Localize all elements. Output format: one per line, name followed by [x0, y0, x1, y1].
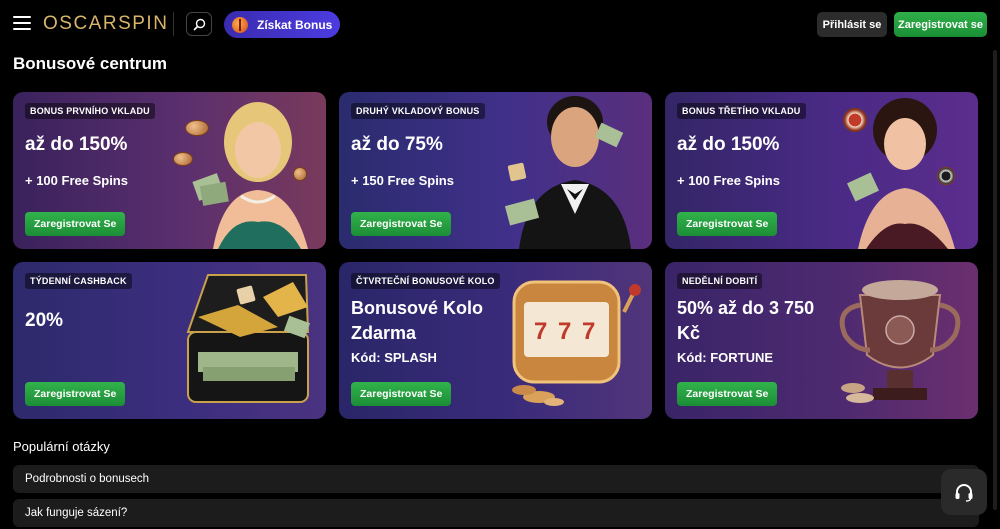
login-button[interactable]: Přihlásit se [817, 12, 887, 37]
gift-icon [232, 16, 248, 33]
card-amount: Bonusové Kolo Zdarma [351, 298, 484, 343]
scrollbar[interactable] [993, 50, 997, 510]
card-tag: DRUHÝ VKLADOVÝ BONUS [351, 103, 485, 119]
faq-title: Populární otázky [13, 439, 110, 454]
svg-text:7: 7 [534, 318, 547, 345]
hamburger-icon[interactable] [13, 16, 31, 30]
coin-icon [293, 167, 307, 181]
card-register-button[interactable]: Zaregistrovat Se [25, 212, 126, 236]
card-amount: 50% až do 3 750 Kč [677, 298, 815, 343]
bonus-card-third-deposit: BONUS TŘETÍHO VKLADU až do 150% + 100 Fr… [665, 92, 978, 249]
bonus-card-thursday-spins: 7 7 7 ČTVRTEČNÍ BONUSOVÉ KOLO Bonusové K… [339, 262, 652, 419]
card-register-button[interactable]: Zaregistrovat Se [351, 382, 452, 406]
register-button[interactable]: Zaregistrovat se [894, 12, 987, 37]
trophy-illustration [839, 280, 961, 403]
card-tag: NEDĚLNÍ DOBITÍ [677, 273, 763, 289]
card-amount: až do 75% [351, 134, 443, 155]
card-subtitle: + 150 Free Spins [351, 173, 454, 188]
brand-logo[interactable]: OSCARSPIN [43, 13, 168, 35]
bonus-card-first-deposit: BONUS PRVNÍHO VKLADU až do 150% + 100 Fr… [13, 92, 326, 249]
headset-icon [955, 484, 973, 502]
card-tag: BONUS TŘETÍHO VKLADU [677, 103, 806, 119]
card-tag: BONUS PRVNÍHO VKLADU [25, 103, 155, 119]
faq-item[interactable]: Jak funguje sázení? [13, 499, 979, 527]
support-chat-button[interactable] [941, 469, 987, 515]
divider [173, 12, 174, 36]
svg-text:7: 7 [582, 318, 595, 345]
search-button[interactable] [186, 12, 212, 36]
man-illustration [504, 96, 631, 249]
card-subtitle: Kód: SPLASH [351, 350, 437, 365]
card-register-button[interactable]: Zaregistrovat Se [677, 382, 778, 406]
money-case-illustration [186, 274, 311, 403]
svg-text:7: 7 [558, 318, 571, 345]
card-amount: až do 150% [25, 134, 128, 155]
top-header: OSCARSPIN Získat Bonus Přihlásit se Zare… [0, 0, 1000, 48]
card-register-button[interactable]: Zaregistrovat Se [351, 212, 452, 236]
card-subtitle: Kód: FORTUNE [677, 350, 774, 365]
page-title: Bonusové centrum [13, 54, 167, 73]
bonus-card-sunday-reload: NEDĚLNÍ DOBITÍ 50% až do 3 750 Kč Kód: F… [665, 262, 978, 419]
coin-icon [185, 120, 209, 136]
get-bonus-label: Získat Bonus [257, 17, 333, 32]
faq-item[interactable]: Podrobnosti o bonusech [13, 465, 979, 493]
get-bonus-button[interactable]: Získat Bonus [224, 11, 340, 38]
card-amount: až do 150% [677, 134, 780, 155]
bonus-card-weekly-cashback: TÝDENNÍ CASHBACK 20% Zaregistrovat Se [13, 262, 326, 419]
card-register-button[interactable]: Zaregistrovat Se [25, 382, 126, 406]
bonus-card-second-deposit: DRUHÝ VKLADOVÝ BONUS až do 75% + 150 Fre… [339, 92, 652, 249]
card-subtitle: + 100 Free Spins [25, 173, 128, 188]
chip-icon [843, 108, 867, 132]
card-amount: 20% [25, 310, 64, 331]
card-tag: TÝDENNÍ CASHBACK [25, 273, 132, 289]
card-register-button[interactable]: Zaregistrovat Se [677, 212, 778, 236]
card-tag: ČTVRTEČNÍ BONUSOVÉ KOLO [351, 273, 500, 289]
chip-icon [937, 167, 955, 185]
card-subtitle: + 100 Free Spins [677, 173, 780, 188]
search-icon [193, 18, 205, 30]
coin-icon [173, 152, 193, 166]
slot-machine-illustration: 7 7 7 [512, 280, 641, 406]
